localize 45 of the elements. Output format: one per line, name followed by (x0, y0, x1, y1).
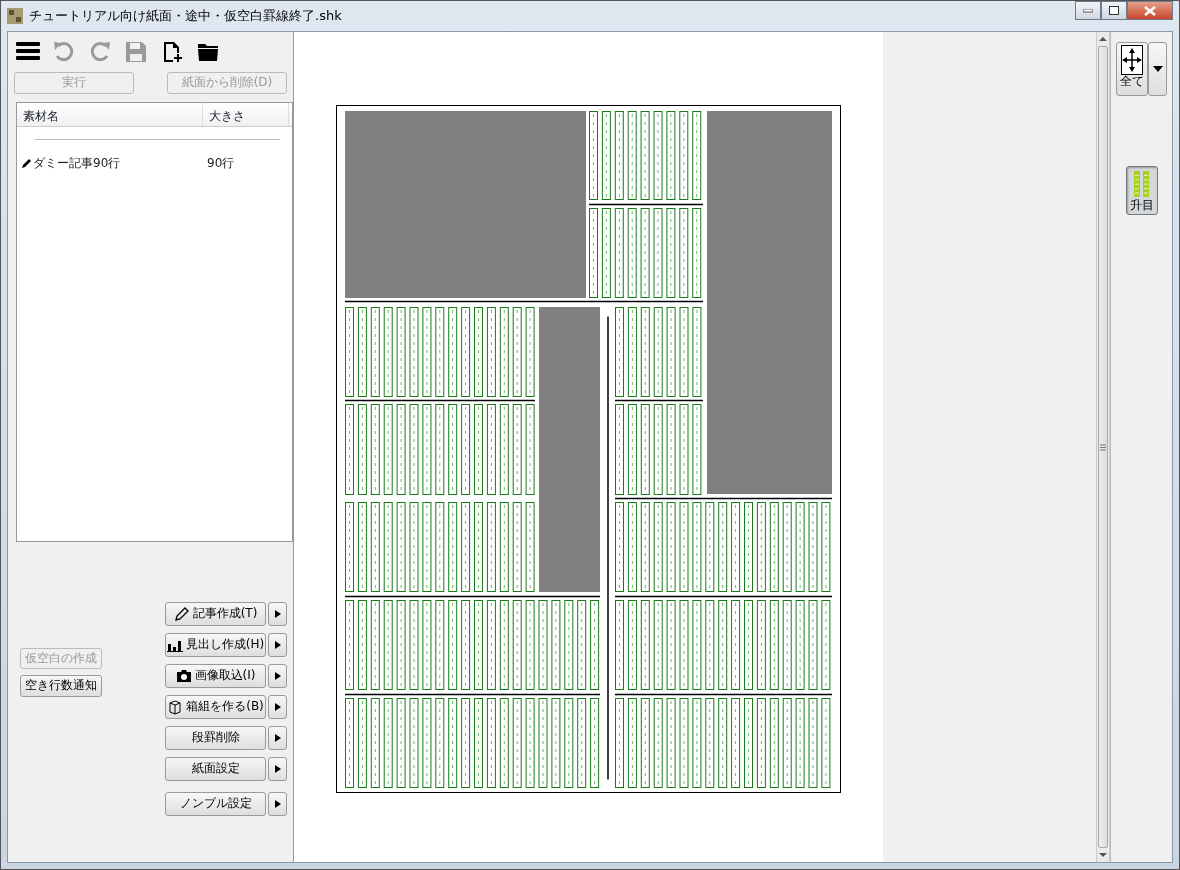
right-triangle-icon (274, 733, 281, 742)
tool-button[interactable]: 見出し作成(H) (165, 632, 266, 657)
pencil-icon (173, 605, 190, 622)
right-triangle-icon (274, 702, 281, 711)
expand-arrow-button[interactable] (268, 663, 287, 688)
expand-arrow-button[interactable] (268, 725, 287, 750)
maximize-button[interactable] (1101, 1, 1127, 20)
notify-empty-lines-button[interactable]: 空き行数通知 (20, 675, 102, 697)
right-triangle-icon (274, 671, 281, 680)
tool-button[interactable]: 紙面設定 (165, 756, 266, 781)
expand-arrow-button[interactable] (268, 632, 287, 657)
camera-icon (175, 667, 192, 684)
caret-icon (1152, 66, 1163, 72)
expand-arrow-button[interactable] (268, 601, 287, 626)
tool-button[interactable]: ノンブル設定 (165, 791, 266, 816)
dropdown-arrow-button[interactable] (1148, 42, 1167, 96)
right-triangle-icon (274, 764, 281, 773)
minimize-icon (1083, 8, 1093, 13)
tool-button[interactable]: 記事作成(T) (165, 601, 266, 626)
pencil-icon (21, 156, 33, 169)
maximize-icon (1109, 6, 1119, 15)
scroll-up-arrow-icon[interactable] (1099, 36, 1107, 42)
right-triangle-icon (274, 609, 281, 618)
scroll-down-arrow-icon[interactable] (1099, 852, 1107, 858)
minimize-button[interactable] (1075, 1, 1101, 20)
column-header[interactable]: 素材名 (17, 102, 203, 126)
cube-icon (167, 698, 184, 715)
move-all-button[interactable]: 全て (1116, 42, 1148, 96)
grid-toggle-button[interactable]: 升目 (1125, 166, 1158, 216)
expand-arrow-button[interactable] (268, 791, 287, 816)
expand-arrow-button[interactable] (268, 694, 287, 719)
right-triangle-icon (274, 640, 281, 649)
close-icon (1144, 5, 1156, 16)
column-header[interactable]: 大きさ (203, 102, 289, 126)
tool-button[interactable]: 段罫削除 (165, 725, 266, 750)
right-triangle-icon (274, 799, 281, 808)
window-title: チュートリアル向け紙面・途中・仮空白罫線終了.shk (29, 7, 342, 26)
app-icon (7, 8, 23, 24)
tool-button[interactable]: 画像取込(I) (165, 663, 266, 688)
close-button[interactable] (1127, 1, 1173, 20)
material-size: 90行 (207, 154, 235, 172)
tool-button[interactable]: 箱組を作る(B) (165, 694, 266, 719)
material-name[interactable]: ダミー記事90行 (33, 153, 207, 172)
move-arrows-icon (1121, 45, 1143, 75)
expand-arrow-button[interactable] (268, 756, 287, 781)
